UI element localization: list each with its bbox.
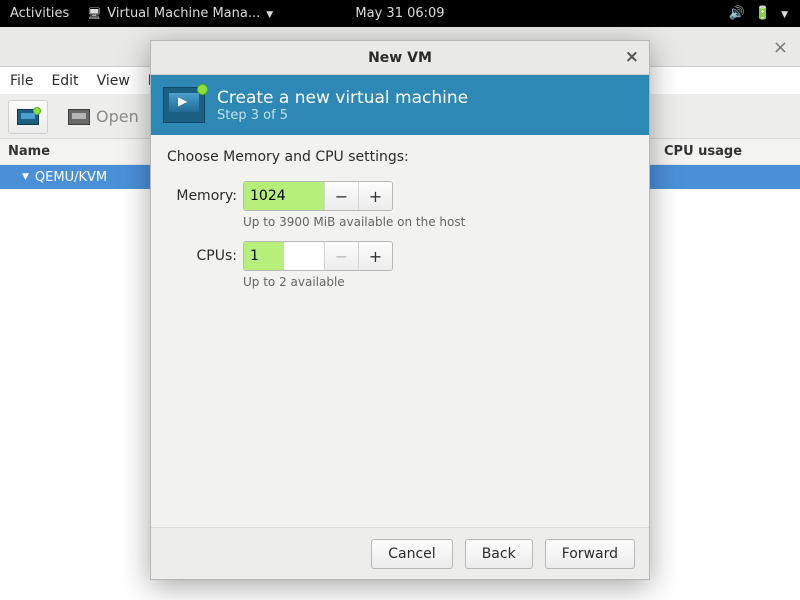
cpus-decrement-button: − — [324, 242, 358, 270]
close-icon[interactable]: × — [625, 47, 639, 67]
vm-wizard-icon — [163, 87, 205, 123]
activities-button[interactable]: Activities — [10, 6, 69, 21]
gnome-topbar: Activities 🖥 Virtual Machine Mana... ▼ M… — [0, 0, 800, 27]
vm-manager-icon: 🖥 — [87, 7, 101, 20]
menu-edit[interactable]: Edit — [51, 73, 78, 89]
dialog-titlebar[interactable]: New VM × — [151, 41, 649, 75]
topbar-app-name: Virtual Machine Mana... — [107, 6, 260, 21]
cpus-hint: Up to 2 available — [243, 275, 633, 289]
dialog-header: Create a new virtual machine Step 3 of 5 — [151, 75, 649, 135]
volume-icon[interactable]: 🔊 — [729, 6, 745, 21]
memory-increment-button[interactable]: + — [358, 182, 392, 210]
dialog-body: Choose Memory and CPU settings: Memory: … — [151, 135, 649, 527]
column-cpu[interactable]: CPU usage — [660, 144, 800, 159]
monitor-icon — [68, 109, 90, 125]
menu-file[interactable]: File — [10, 73, 33, 89]
monitor-new-icon — [17, 109, 39, 125]
chevron-down-icon[interactable]: ▼ — [781, 10, 788, 20]
memory-input[interactable] — [244, 182, 324, 210]
memory-hint: Up to 3900 MiB available on the host — [243, 215, 633, 229]
close-icon[interactable]: × — [773, 37, 788, 58]
open-label: Open — [96, 107, 139, 126]
cancel-button[interactable]: Cancel — [371, 539, 452, 569]
memory-decrement-button[interactable]: − — [324, 182, 358, 210]
memory-spinbox: − + — [243, 181, 393, 211]
forward-button[interactable]: Forward — [545, 539, 635, 569]
topbar-app-menu[interactable]: 🖥 Virtual Machine Mana... ▼ — [87, 6, 273, 21]
chevron-down-icon: ▼ — [22, 172, 29, 182]
dialog-header-title: Create a new virtual machine — [217, 88, 468, 108]
cpus-spinbox: − + — [243, 241, 393, 271]
back-button[interactable]: Back — [465, 539, 533, 569]
dialog-button-bar: Cancel Back Forward — [151, 527, 649, 579]
cpus-increment-button[interactable]: + — [358, 242, 392, 270]
new-vm-dialog: New VM × Create a new virtual machine St… — [150, 40, 650, 580]
dialog-step-label: Step 3 of 5 — [217, 108, 468, 123]
dialog-title: New VM — [368, 50, 432, 66]
topbar-clock[interactable]: May 31 06:09 — [355, 6, 444, 21]
cpus-input[interactable] — [244, 242, 284, 270]
connection-label: QEMU/KVM — [35, 170, 107, 185]
new-vm-button[interactable] — [8, 100, 48, 134]
menu-view[interactable]: View — [97, 73, 130, 89]
memory-label: Memory: — [167, 188, 237, 204]
chevron-down-icon: ▼ — [266, 10, 273, 20]
open-button[interactable]: Open — [58, 100, 149, 134]
cpus-label: CPUs: — [167, 248, 237, 264]
battery-icon[interactable]: 🔋 — [755, 6, 771, 21]
body-title: Choose Memory and CPU settings: — [167, 149, 633, 165]
